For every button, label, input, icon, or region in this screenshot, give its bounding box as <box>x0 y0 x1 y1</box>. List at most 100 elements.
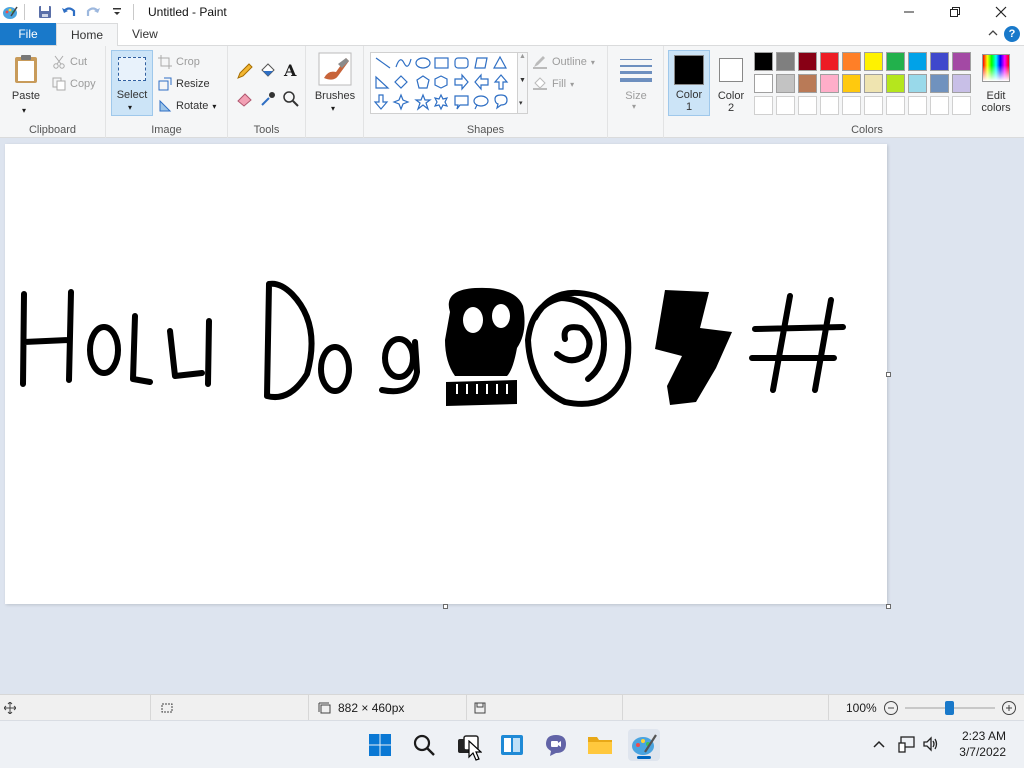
chat-button[interactable] <box>540 729 572 761</box>
line-width-icon <box>620 59 652 82</box>
color2-swatch <box>719 58 743 82</box>
palette-color-swatch[interactable] <box>952 52 971 71</box>
palette-color-swatch[interactable] <box>930 52 949 71</box>
drawing-canvas[interactable] <box>5 144 887 604</box>
fill-button[interactable]: Fill ▾ <box>532 74 574 94</box>
palette-custom-slot[interactable] <box>820 96 839 115</box>
minimize-ribbon-icon[interactable] <box>988 29 998 37</box>
title-bar: Untitled - Paint <box>0 0 1024 24</box>
brushes-button[interactable]: Brushes ▾ <box>310 50 360 116</box>
cut-button[interactable]: Cut <box>52 52 87 72</box>
palette-color-swatch[interactable] <box>864 74 883 93</box>
pencil-icon[interactable] <box>236 62 254 80</box>
palette-color-swatch[interactable] <box>886 74 905 93</box>
palette-color-swatch[interactable] <box>754 74 773 93</box>
color2-button[interactable]: Color 2 <box>712 50 750 116</box>
group-label-tools: Tools <box>253 124 280 136</box>
tab-view[interactable]: View <box>118 23 172 45</box>
palette-color-swatch[interactable] <box>754 52 773 71</box>
rotate-button[interactable]: Rotate ▾ <box>158 96 216 116</box>
tab-home[interactable]: Home <box>56 23 119 46</box>
palette-custom-slot[interactable] <box>908 96 927 115</box>
palette-custom-slot[interactable] <box>864 96 883 115</box>
color-picker-icon[interactable] <box>259 90 277 108</box>
zoom-slider-thumb[interactable] <box>945 701 955 715</box>
volume-icon[interactable] <box>922 735 940 753</box>
text-tool-icon[interactable]: A <box>284 61 296 80</box>
save-icon <box>39 6 51 18</box>
zoom-slider[interactable] <box>904 700 995 716</box>
paste-button[interactable]: Paste ▾ <box>6 50 46 116</box>
color1-button[interactable]: Color 1 <box>668 50 710 116</box>
crop-button[interactable]: Crop <box>158 52 200 72</box>
close-button[interactable] <box>978 0 1024 24</box>
resize-handle-corner[interactable] <box>886 604 891 609</box>
palette-color-swatch[interactable] <box>908 74 927 93</box>
color1-label: Color <box>675 89 703 101</box>
outline-pen-icon <box>533 56 547 69</box>
resize-handle-bottom[interactable] <box>443 604 448 609</box>
paint-taskbar-button[interactable] <box>628 729 660 761</box>
palette-color-swatch[interactable] <box>776 52 795 71</box>
show-hidden-icons-chevron-icon[interactable] <box>872 739 886 749</box>
palette-color-swatch[interactable] <box>820 52 839 71</box>
outline-button[interactable]: Outline ▾ <box>532 52 595 72</box>
copy-button[interactable]: Copy <box>52 74 96 94</box>
expand-gallery-icon[interactable]: ▾ <box>519 99 523 107</box>
palette-custom-slot[interactable] <box>776 96 795 115</box>
zoom-level: 100% <box>846 701 877 715</box>
resize-handle-right[interactable] <box>886 372 891 377</box>
palette-color-swatch[interactable] <box>864 52 883 71</box>
eraser-icon[interactable] <box>236 90 254 108</box>
palette-custom-slot[interactable] <box>952 96 971 115</box>
drawing <box>20 280 846 407</box>
group-colors: Edit colors Colors <box>750 46 1024 138</box>
network-icon[interactable] <box>898 735 916 753</box>
scroll-down-icon[interactable]: ▼ <box>519 77 526 84</box>
zoom-out-icon[interactable] <box>883 700 899 716</box>
fill-bucket-icon[interactable] <box>259 62 277 80</box>
palette-color-swatch[interactable] <box>820 74 839 93</box>
widgets-button[interactable] <box>496 729 528 761</box>
palette-custom-slot[interactable] <box>754 96 773 115</box>
zoom-in-icon[interactable] <box>1001 700 1017 716</box>
shapes-scrollbar[interactable]: ▲ ▼ ▾ <box>518 52 528 114</box>
palette-color-swatch[interactable] <box>798 74 817 93</box>
size-button[interactable]: Size ▾ <box>612 50 660 116</box>
system-clock[interactable]: 2:23 AM 3/7/2022 <box>959 728 1006 760</box>
customize-qat-button[interactable] <box>107 2 127 22</box>
file-explorer-button[interactable] <box>584 729 616 761</box>
magnifier-icon[interactable] <box>282 90 300 108</box>
chevron-down-icon: ▾ <box>128 103 133 112</box>
active-app-indicator <box>637 756 651 759</box>
palette-color-swatch[interactable] <box>908 52 927 71</box>
palette-color-swatch[interactable] <box>842 52 861 71</box>
palette-custom-slot[interactable] <box>842 96 861 115</box>
palette-color-swatch[interactable] <box>798 52 817 71</box>
scroll-up-icon[interactable]: ▲ <box>519 53 526 60</box>
redo-button[interactable] <box>83 2 103 22</box>
group-label-image: Image <box>151 124 182 136</box>
tab-file[interactable]: File <box>0 23 56 45</box>
edit-colors-button[interactable]: Edit colors <box>974 50 1020 116</box>
minimize-button[interactable] <box>886 0 932 24</box>
crop-label: Crop <box>176 56 200 68</box>
palette-color-swatch[interactable] <box>776 74 795 93</box>
start-button[interactable] <box>364 729 396 761</box>
palette-color-swatch[interactable] <box>930 74 949 93</box>
rotate-label: Rotate <box>176 100 209 112</box>
palette-color-swatch[interactable] <box>952 74 971 93</box>
palette-custom-slot[interactable] <box>930 96 949 115</box>
help-button[interactable]: ? <box>1004 26 1020 42</box>
save-button[interactable] <box>35 2 55 22</box>
select-button[interactable]: Select ▾ <box>111 50 153 116</box>
palette-color-swatch[interactable] <box>886 52 905 71</box>
undo-button[interactable] <box>59 2 79 22</box>
search-button[interactable] <box>408 729 440 761</box>
palette-color-swatch[interactable] <box>842 74 861 93</box>
palette-custom-slot[interactable] <box>886 96 905 115</box>
palette-custom-slot[interactable] <box>798 96 817 115</box>
paint-palette-icon[interactable] <box>2 4 18 20</box>
resize-button[interactable]: Resize <box>158 74 210 94</box>
restore-button[interactable] <box>932 0 978 24</box>
